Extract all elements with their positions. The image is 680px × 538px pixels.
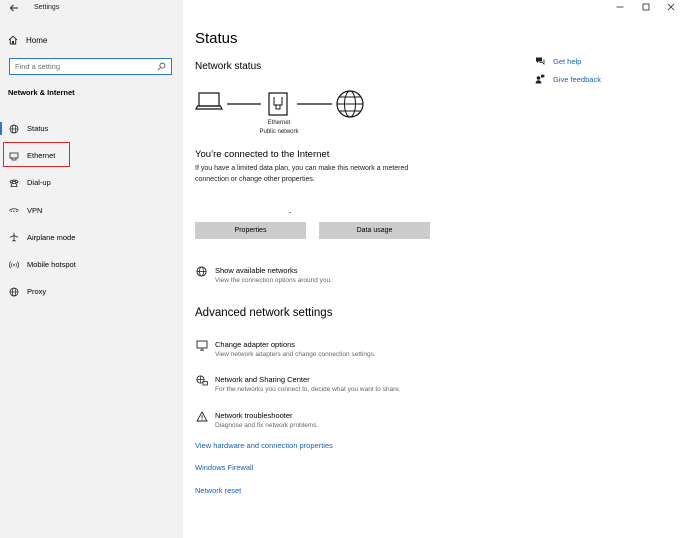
option-description: Diagnose and fix network problems. xyxy=(215,422,319,429)
view-hardware-link[interactable]: View hardware and connection properties xyxy=(195,441,333,450)
close-button[interactable] xyxy=(662,0,680,14)
show-available-networks[interactable]: Show available networks View the connect… xyxy=(195,266,332,286)
advanced-settings-heading: Advanced network settings xyxy=(195,307,333,319)
close-icon xyxy=(667,3,675,11)
window-title: Settings xyxy=(34,4,60,11)
ethernet-highlight-box xyxy=(3,142,70,167)
home-icon xyxy=(8,35,18,45)
data-usage-button[interactable]: Data usage xyxy=(319,222,430,239)
connected-heading: You’re connected to the Internet xyxy=(195,149,330,160)
maximize-button[interactable] xyxy=(637,0,655,14)
sidebar-item-label: Proxy xyxy=(27,287,47,297)
network-and-sharing-center[interactable]: Network and Sharing Center For the netwo… xyxy=(195,375,401,395)
option-title: Network and Sharing Center xyxy=(215,375,310,384)
option-title: Network troubleshooter xyxy=(215,411,293,420)
globe-icon xyxy=(9,287,19,297)
feedback-icon xyxy=(535,74,545,84)
option-description: View network adapters and change connect… xyxy=(215,351,376,358)
divider-dot xyxy=(289,212,291,213)
sidebar-item-airplane-mode[interactable]: Airplane mode xyxy=(0,224,183,251)
back-arrow-icon xyxy=(9,4,18,12)
sidebar-item-label: Mobile hotspot xyxy=(27,260,76,270)
sidebar: Settings Home Network & Internet Status … xyxy=(0,0,183,538)
connection-name: Ethernet xyxy=(267,120,291,126)
properties-button[interactable]: Properties xyxy=(195,222,306,239)
minimize-icon xyxy=(616,6,624,8)
globe-icon xyxy=(196,266,207,277)
option-title: Change adapter options xyxy=(215,340,296,349)
change-adapter-options[interactable]: Change adapter options View network adap… xyxy=(195,340,376,360)
get-help-link[interactable]: Get help xyxy=(535,56,581,66)
home-label: Home xyxy=(26,35,48,45)
laptop-icon xyxy=(195,92,223,110)
sidebar-item-label: Dial-up xyxy=(27,178,51,188)
connection-type: Public network xyxy=(259,128,299,135)
give-feedback-label: Give feedback xyxy=(553,74,601,84)
phone-icon xyxy=(9,179,19,187)
option-title: Show available networks xyxy=(215,266,298,275)
sidebar-item-dial-up[interactable]: Dial-up xyxy=(0,169,183,196)
sidebar-item-vpn[interactable]: VPN xyxy=(0,197,183,224)
maximize-icon xyxy=(642,3,650,11)
back-button[interactable] xyxy=(6,1,22,15)
section-title: Network & Internet xyxy=(8,88,75,97)
home-nav[interactable]: Home xyxy=(8,34,47,46)
globe-icon xyxy=(9,124,19,133)
sidebar-item-proxy[interactable]: Proxy xyxy=(0,278,183,305)
connection-label: Ethernet Public network xyxy=(249,119,309,136)
option-description: For the networks you connect to, decide … xyxy=(215,386,401,393)
network-troubleshooter[interactable]: Network troubleshooter Diagnose and fix … xyxy=(195,411,318,431)
internet-globe-icon xyxy=(336,90,364,118)
sidebar-item-label: VPN xyxy=(27,205,43,215)
windows-firewall-link[interactable]: Windows Firewall xyxy=(195,463,253,472)
network-reset-link[interactable]: Network reset xyxy=(195,486,241,495)
get-help-label: Get help xyxy=(553,56,582,66)
search-box[interactable] xyxy=(9,58,172,75)
give-feedback-link[interactable]: Give feedback xyxy=(535,74,601,84)
connected-description: If you have a limited data plan, you can… xyxy=(195,165,409,183)
hotspot-icon xyxy=(9,260,19,269)
airplane-icon xyxy=(9,233,19,242)
monitor-icon xyxy=(196,340,207,351)
search-input[interactable] xyxy=(15,62,155,71)
option-description: View the connection options around you. xyxy=(215,277,332,284)
warning-icon xyxy=(195,411,208,422)
sidebar-item-label: Status xyxy=(27,124,49,134)
sidebar-item-label: Airplane mode xyxy=(27,232,76,242)
network-status-heading: Network status xyxy=(195,61,262,72)
minimize-button[interactable] xyxy=(611,0,629,14)
search-icon[interactable] xyxy=(157,62,166,71)
sidebar-item-status[interactable]: Status xyxy=(0,115,183,142)
ethernet-port-icon xyxy=(268,92,288,116)
help-chat-icon xyxy=(536,57,545,65)
sidebar-item-mobile-hotspot[interactable]: Mobile hotspot xyxy=(0,251,183,278)
page-title: Status xyxy=(195,30,238,47)
sharing-center-icon xyxy=(195,375,208,386)
vpn-icon xyxy=(9,208,19,213)
